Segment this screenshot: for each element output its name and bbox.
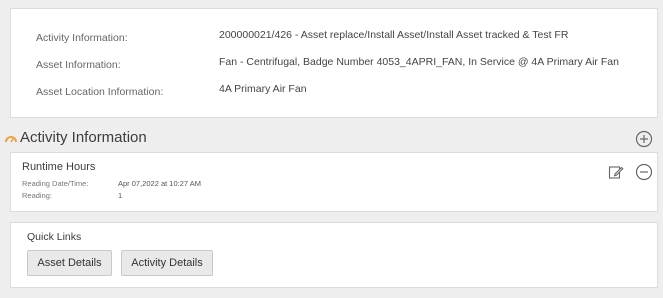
- activity-information-header: Activity Information: [0, 126, 663, 152]
- quick-links-title: Quick Links: [27, 231, 82, 243]
- activity-information-label: Activity Information:: [36, 32, 128, 44]
- plus-circle-icon[interactable]: [635, 130, 653, 148]
- minus-circle-icon[interactable]: [635, 163, 653, 181]
- asset-info-panel: Activity Information: 200000021/426 - As…: [10, 8, 658, 118]
- runtime-hours-card: Runtime Hours Reading Date/Time: Apr 07,…: [10, 152, 658, 212]
- asset-location-label: Asset Location Information:: [36, 86, 164, 98]
- reading-date-label: Reading Date/Time:: [22, 179, 89, 188]
- reading-value-label: Reading:: [22, 191, 53, 200]
- gauge-icon: [4, 132, 18, 144]
- quick-links-panel: Quick Links Asset Details Activity Detai…: [10, 222, 658, 288]
- asset-location-value: 4A Primary Air Fan: [219, 83, 307, 95]
- activity-information-value: 200000021/426 - Asset replace/Install As…: [219, 29, 569, 41]
- reading-date-value: Apr 07,2022 at 10:27 AM: [118, 179, 201, 188]
- asset-information-label: Asset Information:: [36, 59, 121, 71]
- reading-title: Runtime Hours: [22, 161, 96, 173]
- activity-details-button[interactable]: Activity Details: [121, 250, 213, 276]
- asset-information-value: Fan - Centrifugal, Badge Number 4053_4AP…: [219, 56, 619, 68]
- asset-details-button[interactable]: Asset Details: [27, 250, 112, 276]
- edit-icon[interactable]: [608, 164, 624, 180]
- reading-value: 1: [118, 191, 123, 200]
- activity-information-title: Activity Information: [20, 129, 147, 146]
